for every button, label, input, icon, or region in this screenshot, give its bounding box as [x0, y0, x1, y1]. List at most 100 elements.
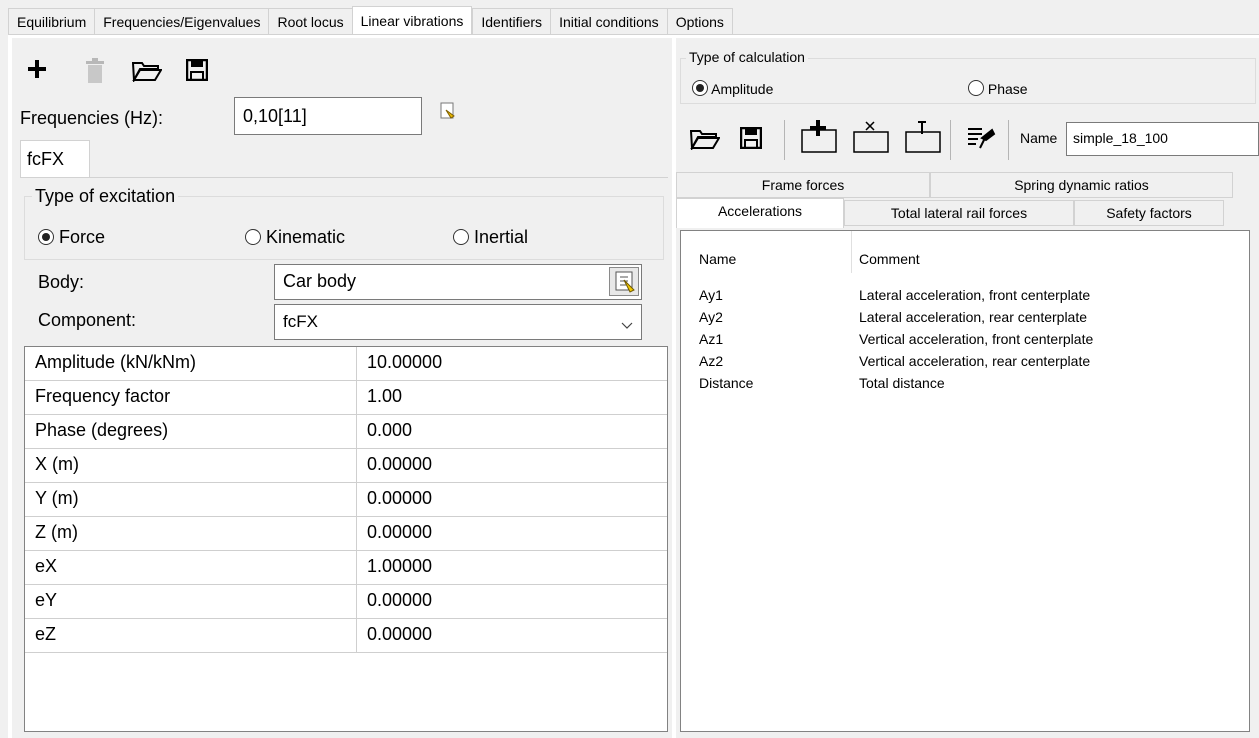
- tab-equilibrium[interactable]: Equilibrium: [8, 8, 95, 35]
- tab-linear-vibrations[interactable]: Linear vibrations: [351, 6, 473, 35]
- tree-select-icon: [615, 271, 635, 293]
- param-value[interactable]: 1.00000: [357, 551, 442, 584]
- list-item-comment[interactable]: Vertical acceleration, front centerplate: [859, 331, 1093, 347]
- list-item-name[interactable]: Ay1: [699, 287, 723, 303]
- column-header-name[interactable]: Name: [699, 251, 736, 267]
- list-item-comment[interactable]: Lateral acceleration, front centerplate: [859, 287, 1090, 303]
- param-name: eX: [25, 551, 357, 584]
- list-item-comment[interactable]: Lateral acceleration, rear centerplate: [859, 309, 1087, 325]
- name-label: Name: [1020, 130, 1058, 146]
- param-value[interactable]: 0.00000: [357, 449, 442, 482]
- list-item-name[interactable]: Az2: [699, 353, 723, 369]
- tab-accelerations[interactable]: Accelerations: [676, 198, 844, 228]
- radio-phase-indicator: [968, 80, 984, 96]
- radio-kinematic[interactable]: Kinematic: [245, 227, 345, 248]
- param-value[interactable]: 0.000: [357, 415, 422, 448]
- tab-root-locus[interactable]: Root locus: [268, 8, 352, 35]
- subtab-label: fcFX: [27, 149, 65, 169]
- tab-initial-conditions[interactable]: Initial conditions: [550, 8, 667, 35]
- param-value[interactable]: 0.00000: [357, 483, 442, 516]
- excitation-legend: Type of excitation: [32, 186, 179, 207]
- column-header-comment[interactable]: Comment: [859, 251, 920, 267]
- table-row[interactable]: Amplitude (kN/kNm) 10.00000: [25, 347, 667, 381]
- open-folder-icon[interactable]: [689, 128, 721, 153]
- radio-force-indicator: [38, 229, 54, 245]
- param-value[interactable]: 0.00000: [357, 517, 442, 550]
- add-item-icon[interactable]: [800, 118, 838, 157]
- param-name: Phase (degrees): [25, 415, 357, 448]
- tab-safety-factors[interactable]: Safety factors: [1074, 200, 1224, 226]
- tab-identifiers[interactable]: Identifiers: [472, 8, 551, 35]
- table-row[interactable]: eZ 0.00000: [25, 619, 667, 653]
- open-folder-icon[interactable]: [131, 60, 163, 85]
- radio-kinematic-indicator: [245, 229, 261, 245]
- tab-spring-dynamic-ratios[interactable]: Spring dynamic ratios: [930, 172, 1233, 198]
- radio-force-label: Force: [59, 227, 106, 247]
- insert-item-icon[interactable]: [904, 118, 942, 157]
- param-value[interactable]: 1.00: [357, 381, 412, 414]
- delete-icon[interactable]: [84, 58, 106, 87]
- table-row[interactable]: X (m) 0.00000: [25, 449, 667, 483]
- save-icon[interactable]: [185, 58, 209, 84]
- calculation-legend: Type of calculation: [686, 49, 808, 65]
- table-row[interactable]: Frequency factor 1.00: [25, 381, 667, 415]
- tab-frequencies-eigenvalues[interactable]: Frequencies/Eigenvalues: [94, 8, 269, 35]
- component-label: Component:: [38, 310, 137, 330]
- delete-item-icon[interactable]: [852, 118, 890, 157]
- list-item-name[interactable]: Ay2: [699, 309, 723, 325]
- right-pane: Type of calculation Amplitude Phase Name…: [676, 38, 1259, 738]
- param-name: Y (m): [25, 483, 357, 516]
- table-row[interactable]: Y (m) 0.00000: [25, 483, 667, 517]
- tab-total-lateral-rail-forces[interactable]: Total lateral rail forces: [844, 200, 1074, 226]
- body-field[interactable]: Car body: [274, 264, 642, 300]
- radio-inertial-label: Inertial: [474, 227, 529, 247]
- subtab-fcfx[interactable]: fcFX: [20, 140, 90, 178]
- chevron-down-icon: [621, 313, 633, 337]
- radio-inertial[interactable]: Inertial: [453, 227, 528, 248]
- radio-phase-label: Phase: [987, 81, 1028, 97]
- table-row[interactable]: eX 1.00000: [25, 551, 667, 585]
- name-input[interactable]: simple_18_100: [1066, 122, 1259, 156]
- radio-amplitude[interactable]: Amplitude: [692, 80, 773, 97]
- param-name: eZ: [25, 619, 357, 652]
- tab-frame-forces[interactable]: Frame forces: [676, 172, 930, 198]
- edit-list-icon[interactable]: [440, 102, 456, 123]
- radio-inertial-indicator: [453, 229, 469, 245]
- save-icon[interactable]: [739, 126, 763, 152]
- add-icon[interactable]: [26, 58, 48, 87]
- param-value[interactable]: 0.00000: [357, 585, 442, 618]
- left-pane: Frequencies (Hz): 0,10[11] fcFX Type of …: [12, 38, 672, 738]
- param-name: Amplitude (kN/kNm): [25, 347, 357, 380]
- pin-list-icon[interactable]: [966, 126, 996, 153]
- toolbar-separator: [1008, 120, 1009, 160]
- radio-phase[interactable]: Phase: [968, 80, 1028, 97]
- name-value: simple_18_100: [1073, 130, 1168, 146]
- table-row[interactable]: eY 0.00000: [25, 585, 667, 619]
- param-name: X (m): [25, 449, 357, 482]
- body-select-button[interactable]: [609, 267, 639, 296]
- table-row[interactable]: Phase (degrees) 0.000: [25, 415, 667, 449]
- radio-amplitude-label: Amplitude: [711, 81, 774, 97]
- main-tab-strip: Equilibrium Frequencies/Eigenvalues Root…: [0, 0, 1259, 36]
- param-value[interactable]: 0.00000: [357, 619, 442, 652]
- radio-force[interactable]: Force: [38, 227, 105, 248]
- list-item-comment[interactable]: Total distance: [859, 375, 945, 391]
- table-row[interactable]: Z (m) 0.00000: [25, 517, 667, 551]
- signals-list[interactable]: Name Comment Ay1 Lateral acceleration, f…: [680, 230, 1250, 732]
- param-name: Frequency factor: [25, 381, 357, 414]
- tab-options[interactable]: Options: [666, 8, 733, 35]
- parameters-grid: Amplitude (kN/kNm) 10.00000 Frequency fac…: [24, 346, 668, 732]
- list-item-comment[interactable]: Vertical acceleration, rear centerplate: [859, 353, 1090, 369]
- param-name: eY: [25, 585, 357, 618]
- frequencies-input[interactable]: 0,10[11]: [234, 97, 422, 135]
- list-item-name[interactable]: Az1: [699, 331, 723, 347]
- component-value: fcFX: [283, 312, 318, 331]
- param-value[interactable]: 10.00000: [357, 347, 452, 380]
- column-divider: [851, 231, 852, 273]
- body-label: Body:: [38, 272, 85, 292]
- frequencies-label: Frequencies (Hz):: [20, 108, 164, 128]
- list-item-name[interactable]: Distance: [699, 375, 753, 391]
- component-select[interactable]: fcFX: [274, 304, 642, 340]
- radio-amplitude-indicator: [692, 80, 708, 96]
- toolbar-separator: [950, 120, 951, 160]
